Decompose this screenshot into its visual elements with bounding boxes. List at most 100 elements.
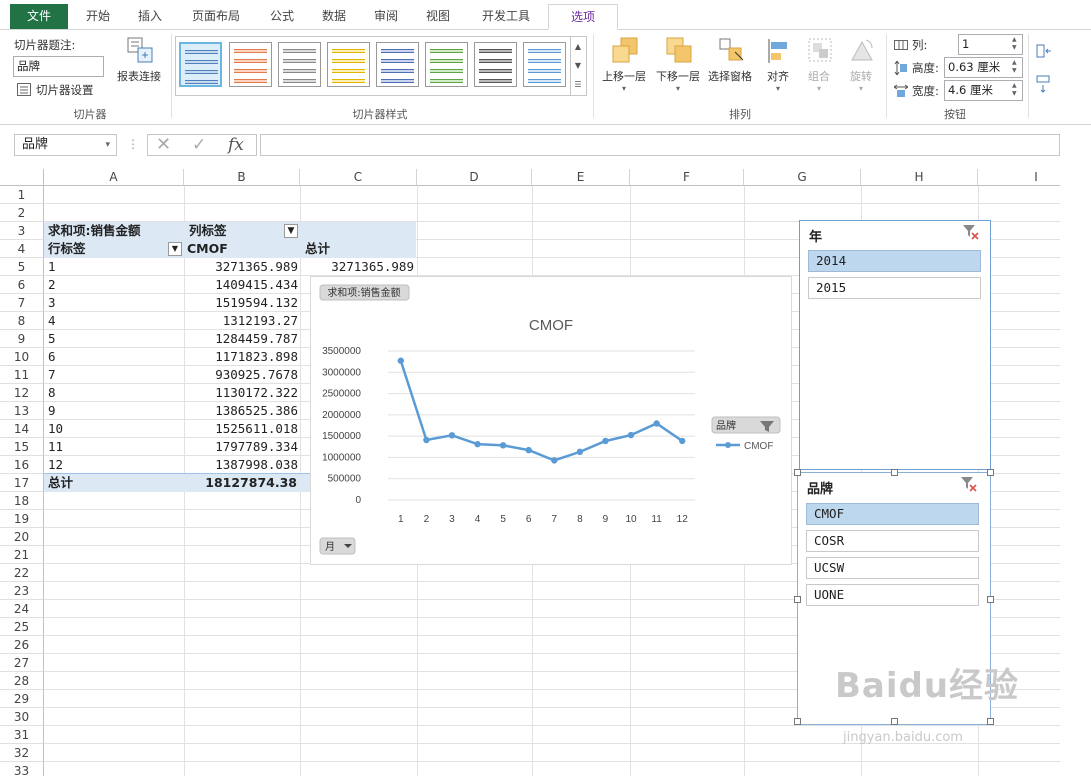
name-box[interactable]: 品牌 ▾ — [14, 134, 117, 156]
tab-view[interactable]: 视图 — [418, 4, 458, 30]
slicer-brand-item-uone[interactable]: UONE — [806, 584, 979, 606]
data-point[interactable] — [525, 446, 532, 454]
tab-data[interactable]: 数据 — [314, 4, 354, 30]
row-header[interactable]: 29 — [0, 690, 44, 708]
tab-page-layout[interactable]: 页面布局 — [184, 4, 248, 30]
column-header[interactable]: I — [978, 169, 1060, 186]
pivot-row-value[interactable]: 1171823.898 — [184, 348, 298, 366]
row-header[interactable]: 2 — [0, 204, 44, 222]
send-backward-button[interactable]: 下移一层 ▾ — [652, 36, 704, 93]
gallery-more-icon[interactable]: ☰ — [571, 75, 585, 94]
row-header[interactable]: 16 — [0, 456, 44, 474]
pivot-row-value[interactable]: 1797789.334 — [184, 438, 298, 456]
chevron-down-icon[interactable]: ▾ — [758, 84, 798, 93]
row-header[interactable]: 27 — [0, 654, 44, 672]
slicer-style-dark-gray[interactable] — [474, 42, 517, 87]
resize-handle[interactable] — [987, 718, 994, 725]
clear-filter-icon[interactable] — [960, 476, 978, 492]
clear-filter-icon[interactable] — [962, 224, 980, 240]
row-header[interactable]: 9 — [0, 330, 44, 348]
formula-input[interactable] — [260, 134, 1060, 156]
tab-formulas[interactable]: 公式 — [262, 4, 302, 30]
pivot-row-value[interactable]: 1284459.787 — [184, 330, 298, 348]
tab-insert[interactable]: 插入 — [130, 4, 170, 30]
row-header[interactable]: 5 — [0, 258, 44, 276]
selection-pane-button[interactable]: 选择窗格 — [704, 36, 756, 84]
pivot-sum-label[interactable]: 求和项:销售金额 — [48, 222, 141, 240]
slicer-style-blue[interactable] — [376, 42, 419, 87]
tab-review[interactable]: 审阅 — [366, 4, 406, 30]
resize-handle[interactable] — [891, 469, 898, 476]
column-header[interactable]: B — [184, 169, 300, 186]
data-point[interactable] — [679, 437, 686, 445]
pivot-row-label[interactable]: 行标签 — [48, 240, 86, 258]
slicer-brand-item-cmof[interactable]: CMOF — [806, 503, 979, 525]
select-all-corner[interactable] — [0, 169, 44, 186]
row-header[interactable]: 10 — [0, 348, 44, 366]
slicer-style-green[interactable] — [425, 42, 468, 87]
slicer-style-gray[interactable] — [278, 42, 321, 87]
column-header[interactable]: A — [44, 169, 184, 186]
row-header[interactable]: 24 — [0, 600, 44, 618]
resize-handle[interactable] — [987, 469, 994, 476]
row-header[interactable]: 23 — [0, 582, 44, 600]
tab-file[interactable]: 文件 — [10, 4, 68, 29]
slicer-style-light-1[interactable] — [179, 42, 222, 87]
row-header[interactable]: 15 — [0, 438, 44, 456]
data-point[interactable] — [423, 436, 430, 444]
row-header[interactable]: 8 — [0, 312, 44, 330]
row-header[interactable]: 32 — [0, 744, 44, 762]
slicer-brand-item-ucsw[interactable]: UCSW — [806, 557, 979, 579]
pivot-row-total[interactable]: 3271365.989 — [300, 258, 414, 276]
columns-spinner[interactable]: ▲ ▼ — [1012, 36, 1017, 52]
pivot-row-key[interactable]: 4 — [48, 312, 56, 330]
pivot-col-name[interactable]: CMOF — [187, 240, 228, 258]
column-header[interactable]: D — [417, 169, 532, 186]
slicer-style-gold[interactable] — [327, 42, 370, 87]
row-header[interactable]: 30 — [0, 708, 44, 726]
slicer-year[interactable]: 年 2014 2015 — [799, 220, 991, 470]
pivot-row-key[interactable]: 6 — [48, 348, 56, 366]
pivot-row-value[interactable]: 1312193.27 — [184, 312, 298, 330]
pivot-row-key[interactable]: 5 — [48, 330, 56, 348]
row-header[interactable]: 33 — [0, 762, 44, 776]
pivot-row-value[interactable]: 1525611.018 — [184, 420, 298, 438]
pivot-row-value[interactable]: 1386525.386 — [184, 402, 298, 420]
slicer-style-orange[interactable] — [229, 42, 272, 87]
pivot-row-value[interactable]: 1519594.132 — [184, 294, 298, 312]
slicer-style-light-blue[interactable] — [523, 42, 566, 87]
row-header[interactable]: 18 — [0, 492, 44, 510]
pivot-row-value[interactable]: 1387998.038 — [184, 456, 298, 474]
row-header[interactable]: 6 — [0, 276, 44, 294]
row-header[interactable]: 22 — [0, 564, 44, 582]
row-header[interactable]: 28 — [0, 672, 44, 690]
row-header[interactable]: 1 — [0, 186, 44, 204]
data-point[interactable] — [499, 442, 507, 449]
group-button[interactable]: 组合 ▾ — [798, 36, 840, 93]
resize-handle[interactable] — [987, 596, 994, 603]
tab-home[interactable]: 开始 — [78, 4, 118, 30]
row-header[interactable]: 20 — [0, 528, 44, 546]
chevron-down-icon[interactable]: ▾ — [105, 135, 110, 155]
column-header[interactable]: C — [300, 169, 417, 186]
chevron-down-icon[interactable]: ▾ — [652, 84, 704, 93]
resize-handle[interactable] — [794, 596, 801, 603]
pivot-row-value[interactable]: 930925.7678 — [184, 366, 298, 384]
row-header[interactable]: 7 — [0, 294, 44, 312]
chart-legend-button[interactable]: 品牌 — [711, 416, 781, 434]
data-point[interactable] — [627, 431, 635, 439]
row-header[interactable]: 31 — [0, 726, 44, 744]
pivot-row-value[interactable]: 3271365.989 — [184, 258, 298, 276]
slicer-year-item-2014[interactable]: 2014 — [808, 250, 981, 272]
row-header[interactable]: 19 — [0, 510, 44, 528]
data-point[interactable] — [448, 432, 456, 439]
pivot-grand-total-label[interactable]: 总计 — [48, 474, 73, 492]
slicer-year-item-2015[interactable]: 2015 — [808, 277, 981, 299]
data-point[interactable] — [602, 437, 609, 445]
height-spinner[interactable]: ▲ ▼ — [1012, 59, 1017, 75]
report-connections-button[interactable]: 报表连接 — [112, 36, 166, 84]
pivot-row-key[interactable]: 1 — [48, 258, 56, 276]
column-header[interactable]: E — [532, 169, 630, 186]
series-line[interactable] — [399, 360, 683, 462]
data-point[interactable] — [653, 420, 660, 427]
